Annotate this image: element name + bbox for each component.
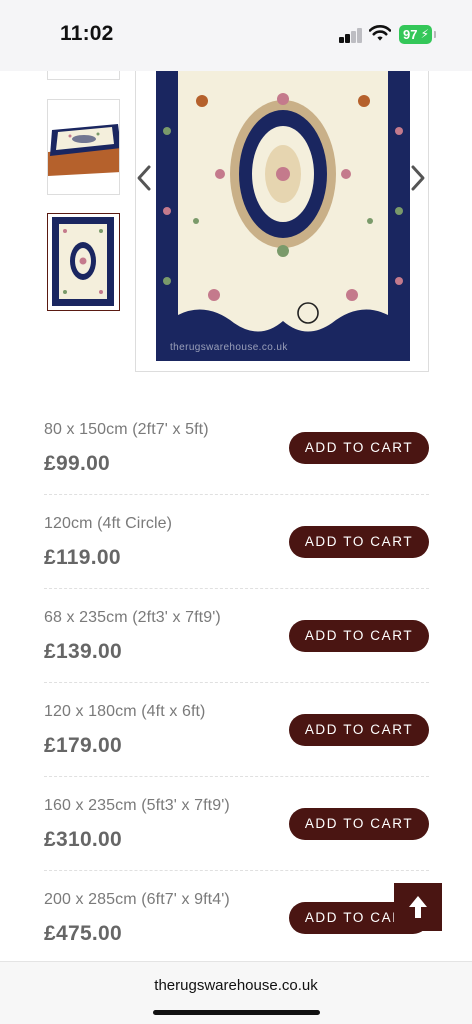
status-time: 11:02 <box>60 22 114 45</box>
variant-size: 68 x 235cm (2ft3' x 7ft9') <box>44 609 221 626</box>
gallery-thumbnail-selected[interactable] <box>47 213 120 311</box>
main-product-image[interactable]: therugswarehouse.co.uk <box>135 71 429 372</box>
variant-price: £119.00 <box>44 546 121 569</box>
variant-row: 80 x 150cm (2ft7' x 5ft) £99.00 ADD TO C… <box>44 401 429 495</box>
variant-size: 80 x 150cm (2ft7' x 5ft) <box>44 421 209 438</box>
cellular-signal-icon <box>339 27 363 43</box>
variant-size: 160 x 235cm (5ft3' x 7ft9') <box>44 797 230 814</box>
rug-thumbnail-image <box>52 217 114 306</box>
rug-main-image <box>136 71 428 371</box>
variant-row: 200 x 285cm (6ft7' x 9ft4') £475.00 ADD … <box>44 871 429 965</box>
variant-size: 120 x 180cm (4ft x 6ft) <box>44 703 206 720</box>
variant-size: 120cm (4ft Circle) <box>44 515 173 532</box>
variant-price: £179.00 <box>44 734 123 757</box>
browser-url-bar[interactable]: therugswarehouse.co.uk <box>0 961 472 1024</box>
battery-indicator: 97 ⚡ <box>399 25 436 44</box>
gallery-thumbnail[interactable] <box>47 71 120 80</box>
variant-price: £139.00 <box>44 640 123 663</box>
back-to-top-button[interactable] <box>394 883 442 931</box>
battery-level: 97 <box>403 27 418 42</box>
add-to-cart-button[interactable]: ADD TO CART <box>289 620 429 652</box>
home-indicator <box>153 1010 320 1015</box>
variant-price: £475.00 <box>44 922 123 945</box>
arrow-up-icon <box>409 896 427 918</box>
chevron-left-icon[interactable] <box>134 163 154 193</box>
add-to-cart-button[interactable]: ADD TO CART <box>289 432 429 464</box>
gallery-thumbnail[interactable] <box>47 99 120 195</box>
charging-bolt-icon: ⚡ <box>420 27 429 41</box>
add-to-cart-button[interactable]: ADD TO CART <box>289 714 429 746</box>
zoom-indicator-icon[interactable] <box>296 301 320 325</box>
size-variants-list: 80 x 150cm (2ft7' x 5ft) £99.00 ADD TO C… <box>44 401 429 965</box>
variant-price: £99.00 <box>44 452 111 475</box>
variant-price: £310.00 <box>44 828 123 851</box>
product-gallery: therugswarehouse.co.uk <box>0 71 472 376</box>
variant-row: 120cm (4ft Circle) £119.00 ADD TO CART <box>44 495 429 589</box>
add-to-cart-button[interactable]: ADD TO CART <box>289 808 429 840</box>
variant-size: 200 x 285cm (6ft7' x 9ft4') <box>44 891 230 908</box>
chevron-right-icon[interactable] <box>408 163 428 193</box>
image-watermark: therugswarehouse.co.uk <box>170 342 288 353</box>
add-to-cart-button[interactable]: ADD TO CART <box>289 526 429 558</box>
variant-row: 68 x 235cm (2ft3' x 7ft9') £139.00 ADD T… <box>44 589 429 683</box>
wifi-icon <box>369 25 391 41</box>
variant-row: 120 x 180cm (4ft x 6ft) £179.00 ADD TO C… <box>44 683 429 777</box>
url-text[interactable]: therugswarehouse.co.uk <box>0 977 472 994</box>
rug-angle-thumbnail-image <box>48 100 119 194</box>
status-bar: 11:02 97 ⚡ <box>0 0 472 71</box>
variant-row: 160 x 235cm (5ft3' x 7ft9') £310.00 ADD … <box>44 777 429 871</box>
